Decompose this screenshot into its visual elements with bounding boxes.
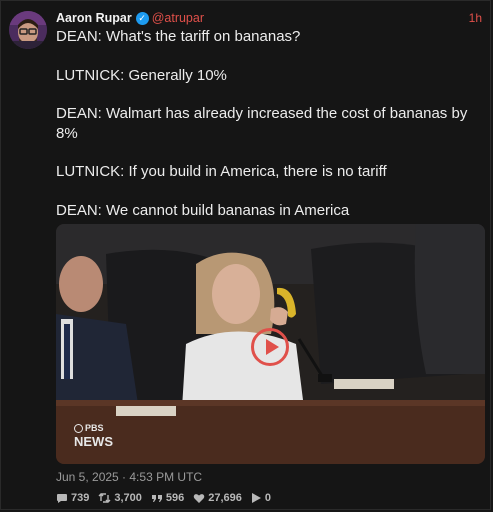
quote-count: 596 xyxy=(165,492,185,504)
pbs-news-logo: PBS NEWS xyxy=(74,423,113,449)
retweet-icon xyxy=(98,493,111,503)
tweet-line: LUTNICK: If you build in America, there … xyxy=(56,163,387,180)
video-player[interactable]: PBS NEWS xyxy=(56,224,485,464)
tweet-line: DEAN: What's the tariff on bananas? xyxy=(56,28,301,45)
author-name[interactable]: Aaron Rupar xyxy=(56,9,132,27)
tweet-date[interactable]: Jun 5, 2025 · 4:53 PM UTC xyxy=(56,470,202,484)
retweet-count: 3,700 xyxy=(114,492,142,504)
verified-badge-icon: ✓ xyxy=(135,11,149,25)
author-handle[interactable]: @atrupar xyxy=(152,9,204,27)
avatar[interactable] xyxy=(9,11,47,49)
quote-stat[interactable]: 596 xyxy=(151,492,184,504)
play-count-icon xyxy=(251,493,261,503)
reply-icon xyxy=(57,494,67,503)
views-stat[interactable]: 0 xyxy=(251,492,271,504)
tweet-line: DEAN: We cannot build bananas in America xyxy=(56,201,350,219)
heart-icon xyxy=(194,494,205,503)
tweet-line: DEAN: Walmart has already increased the … xyxy=(56,105,468,142)
like-count: 27,696 xyxy=(208,492,242,504)
reply-stat[interactable]: 739 xyxy=(56,492,89,504)
views-count: 0 xyxy=(264,492,272,504)
tweet-line: LUTNICK: Generally 10% xyxy=(56,66,227,84)
retweet-stat[interactable]: 3,700 xyxy=(98,492,142,504)
reply-count: 739 xyxy=(71,492,90,504)
play-button-icon[interactable] xyxy=(251,328,289,366)
tweet-header: Aaron Rupar ✓ @atrupar 1h xyxy=(56,9,482,27)
like-stat[interactable]: 27,696 xyxy=(193,492,242,504)
tweet-text: DEAN: What's the tariff on bananas? LUTN… xyxy=(56,27,481,220)
tweet-card: Aaron Rupar ✓ @atrupar 1h DEAN: What's t… xyxy=(0,0,491,510)
quote-icon xyxy=(151,495,162,502)
tweet-stats: 739 3,700 596 27,696 0 xyxy=(56,490,271,506)
tweet-time[interactable]: 1h xyxy=(469,9,482,27)
